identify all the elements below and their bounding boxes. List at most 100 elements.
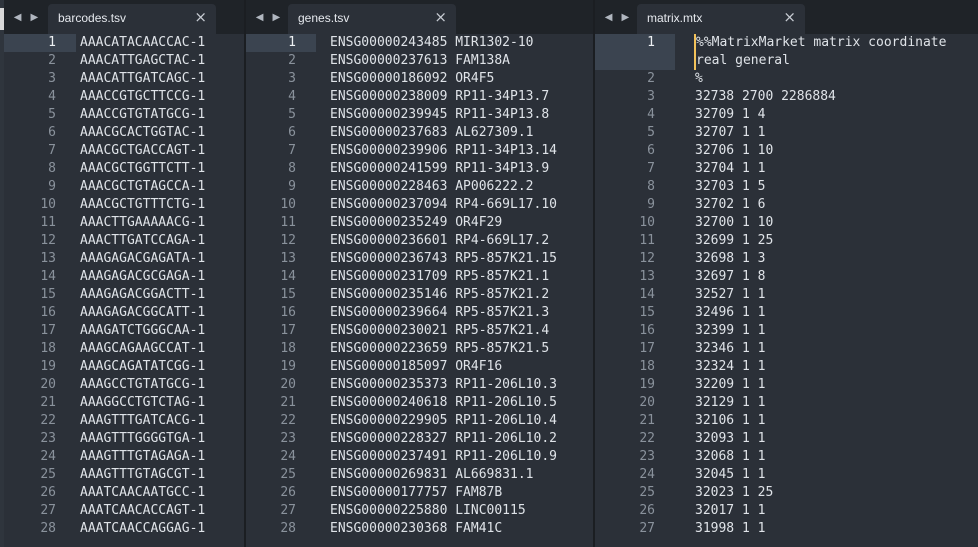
code-line[interactable]: 8 AAACGCTGGTTCTT-1: [4, 160, 244, 178]
close-icon[interactable]: ×: [783, 8, 796, 26]
code-line[interactable]: 17 32346 1 1: [595, 340, 978, 358]
code-line[interactable]: 9 32702 1 6: [595, 196, 978, 214]
code-line[interactable]: 11 AAACTTGAAAAACG-1: [4, 214, 244, 232]
code-line[interactable]: 24 ENSG00000237491 RP11-206L10.9: [246, 448, 593, 466]
forward-arrow-icon[interactable]: ▶: [273, 12, 281, 23]
code-area[interactable]: 1 ENSG00000243485 MIR1302-10 2 ENSG00000237…: [246, 34, 593, 538]
code-line[interactable]: 2 AAACATTGAGCTAC-1: [4, 52, 244, 70]
code-line[interactable]: 6 AAACGCACTGGTAC-1: [4, 124, 244, 142]
code-line[interactable]: 12 32698 1 3: [595, 250, 978, 268]
tab-genes[interactable]: genes.tsv ×: [288, 4, 456, 34]
forward-arrow-icon[interactable]: ▶: [622, 12, 630, 23]
code-line[interactable]: 2 ENSG00000237613 FAM138A: [246, 52, 593, 70]
code-line[interactable]: 17 ENSG00000230021 RP5-857K21.4: [246, 322, 593, 340]
code-line[interactable]: 10 AAACGCTGTTTCTG-1: [4, 196, 244, 214]
code-line[interactable]: 25 AAAGTTTGTAGCGT-1: [4, 466, 244, 484]
back-arrow-icon[interactable]: ◀: [14, 12, 22, 23]
code-line[interactable]: 1 AAACATACAACCAC-1: [4, 34, 244, 52]
code-line[interactable]: 5 ENSG00000239945 RP11-34P13.8: [246, 106, 593, 124]
tab-matrix[interactable]: matrix.mtx ×: [637, 4, 805, 34]
code-line[interactable]: 21 AAAGGCCTGTCTAG-1: [4, 394, 244, 412]
code-line[interactable]: 15 32496 1 1: [595, 304, 978, 322]
code-line[interactable]: 27 ENSG00000225880 LINC00115: [246, 502, 593, 520]
code-line[interactable]: 4 ENSG00000238009 RP11-34P13.7: [246, 88, 593, 106]
code-line[interactable]: 21 32106 1 1: [595, 412, 978, 430]
code-line[interactable]: 16 32399 1 1: [595, 322, 978, 340]
code-line[interactable]: 23 32068 1 1: [595, 448, 978, 466]
code-area[interactable]: 1 AAACATACAACCAC-1 2 AAACATTGAGCTAC-1 3 AAACA…: [4, 34, 244, 538]
code-line[interactable]: 13 AAAGAGACGAGATA-1: [4, 250, 244, 268]
code-line[interactable]: 16 AAAGAGACGGCATT-1: [4, 304, 244, 322]
code-line[interactable]: 16 ENSG00000239664 RP5-857K21.3: [246, 304, 593, 322]
code-line[interactable]: 14 32527 1 1: [595, 286, 978, 304]
code-line[interactable]: 9 AAACGCTGTAGCCA-1: [4, 178, 244, 196]
code-line[interactable]: 22 ENSG00000229905 RP11-206L10.4: [246, 412, 593, 430]
code-line[interactable]: 7 ENSG00000239906 RP11-34P13.14: [246, 142, 593, 160]
code-line[interactable]: 20 32129 1 1: [595, 394, 978, 412]
code-line[interactable]: 19 ENSG00000185097 OR4F16: [246, 358, 593, 376]
code-line[interactable]: 14 AAAGAGACGCGAGA-1: [4, 268, 244, 286]
code-line[interactable]: 23 ENSG00000228327 RP11-206L10.2: [246, 430, 593, 448]
code-line[interactable]: 25 32023 1 25: [595, 484, 978, 502]
close-icon[interactable]: ×: [194, 8, 207, 26]
code-line[interactable]: 3 ENSG00000186092 OR4F5: [246, 70, 593, 88]
code-line[interactable]: 24 32045 1 1: [595, 466, 978, 484]
code-line[interactable]: 15 ENSG00000235146 RP5-857K21.2: [246, 286, 593, 304]
code-line[interactable]: 18 AAAGCAGAAGCCAT-1: [4, 340, 244, 358]
code-line[interactable]: 27 AAATCAACACCAGT-1: [4, 502, 244, 520]
code-line[interactable]: 24 AAAGTTTGTAGAGA-1: [4, 448, 244, 466]
code-line[interactable]: 13 32697 1 8: [595, 268, 978, 286]
code-line[interactable]: 1 ENSG00000243485 MIR1302-10: [246, 34, 593, 52]
code-line[interactable]: 12 AAACTTGATCCAGA-1: [4, 232, 244, 250]
code-line[interactable]: 6 ENSG00000237683 AL627309.1: [246, 124, 593, 142]
code-line[interactable]: 5 AAACCGTGTATGCG-1: [4, 106, 244, 124]
code-line[interactable]: 22 AAAGTTTGATCACG-1: [4, 412, 244, 430]
close-icon[interactable]: ×: [434, 8, 447, 26]
code-line[interactable]: 17 AAAGATCTGGGCAA-1: [4, 322, 244, 340]
code-line[interactable]: 3 AAACATTGATCAGC-1: [4, 70, 244, 88]
code-line[interactable]: 4 32709 1 4: [595, 106, 978, 124]
code-line[interactable]: 10 32700 1 10: [595, 214, 978, 232]
code-line[interactable]: 12 ENSG00000236601 RP4-669L17.2: [246, 232, 593, 250]
code-line[interactable]: 18 32324 1 1: [595, 358, 978, 376]
code-line[interactable]: 25 ENSG00000269831 AL669831.1: [246, 466, 593, 484]
code-line[interactable]: 26 ENSG00000177757 FAM87B: [246, 484, 593, 502]
code-line[interactable]: 6 32706 1 10: [595, 142, 978, 160]
code-line[interactable]: 4 AAACCGTGCTTCCG-1: [4, 88, 244, 106]
code-line[interactable]: 20 ENSG00000235373 RP11-206L10.3: [246, 376, 593, 394]
code-line[interactable]: 2%: [595, 70, 978, 88]
code-line[interactable]: 5 32707 1 1: [595, 124, 978, 142]
code-line[interactable]: 22 32093 1 1: [595, 430, 978, 448]
code-line[interactable]: 19 AAAGCAGATATCGG-1: [4, 358, 244, 376]
code-line[interactable]: 9 ENSG00000228463 AP006222.2: [246, 178, 593, 196]
code-line[interactable]: 11 32699 1 25: [595, 232, 978, 250]
code-line[interactable]: 18 ENSG00000223659 RP5-857K21.5: [246, 340, 593, 358]
line-text: ENSG00000243485 MIR1302-10: [330, 35, 534, 50]
tab-barcodes[interactable]: barcodes.tsv ×: [48, 4, 216, 34]
code-line[interactable]: 10 ENSG00000237094 RP4-669L17.10: [246, 196, 593, 214]
code-line[interactable]: 21 ENSG00000240618 RP11-206L10.5: [246, 394, 593, 412]
code-line[interactable]: 20 AAAGCCTGTATGCG-1: [4, 376, 244, 394]
code-line[interactable]: 28 AAATCAACCAGGAG-1: [4, 520, 244, 538]
code-line[interactable]: 23 AAAGTTTGGGGTGA-1: [4, 430, 244, 448]
code-line[interactable]: 26 AAATCAACAATGCC-1: [4, 484, 244, 502]
code-line[interactable]: 14 ENSG00000231709 RP5-857K21.1: [246, 268, 593, 286]
code-line[interactable]: 13 ENSG00000236743 RP5-857K21.15: [246, 250, 593, 268]
code-line[interactable]: 26 32017 1 1: [595, 502, 978, 520]
code-line[interactable]: 1 %%MatrixMarket matrix coordinate real g…: [595, 34, 978, 70]
code-line[interactable]: 19 32209 1 1: [595, 376, 978, 394]
code-line[interactable]: 3 32738 2700 2286884: [595, 88, 978, 106]
code-line[interactable]: 11 ENSG00000235249 OR4F29: [246, 214, 593, 232]
code-area[interactable]: 1 %%MatrixMarket matrix coordinate real g…: [595, 34, 978, 538]
forward-arrow-icon[interactable]: ▶: [31, 12, 39, 23]
code-line[interactable]: 28 ENSG00000230368 FAM41C: [246, 520, 593, 538]
line-text: AAACCGTGCTTCCG-1: [80, 89, 206, 104]
code-line[interactable]: 8 32703 1 5: [595, 178, 978, 196]
code-line[interactable]: 15 AAAGAGACGGACTT-1: [4, 286, 244, 304]
code-line[interactable]: 7 AAACGCTGACCAGT-1: [4, 142, 244, 160]
back-arrow-icon[interactable]: ◀: [605, 12, 613, 23]
code-line[interactable]: 8 ENSG00000241599 RP11-34P13.9: [246, 160, 593, 178]
code-line[interactable]: 7 32704 1 1: [595, 160, 978, 178]
code-line[interactable]: 27 31998 1 1: [595, 520, 978, 538]
back-arrow-icon[interactable]: ◀: [256, 12, 264, 23]
